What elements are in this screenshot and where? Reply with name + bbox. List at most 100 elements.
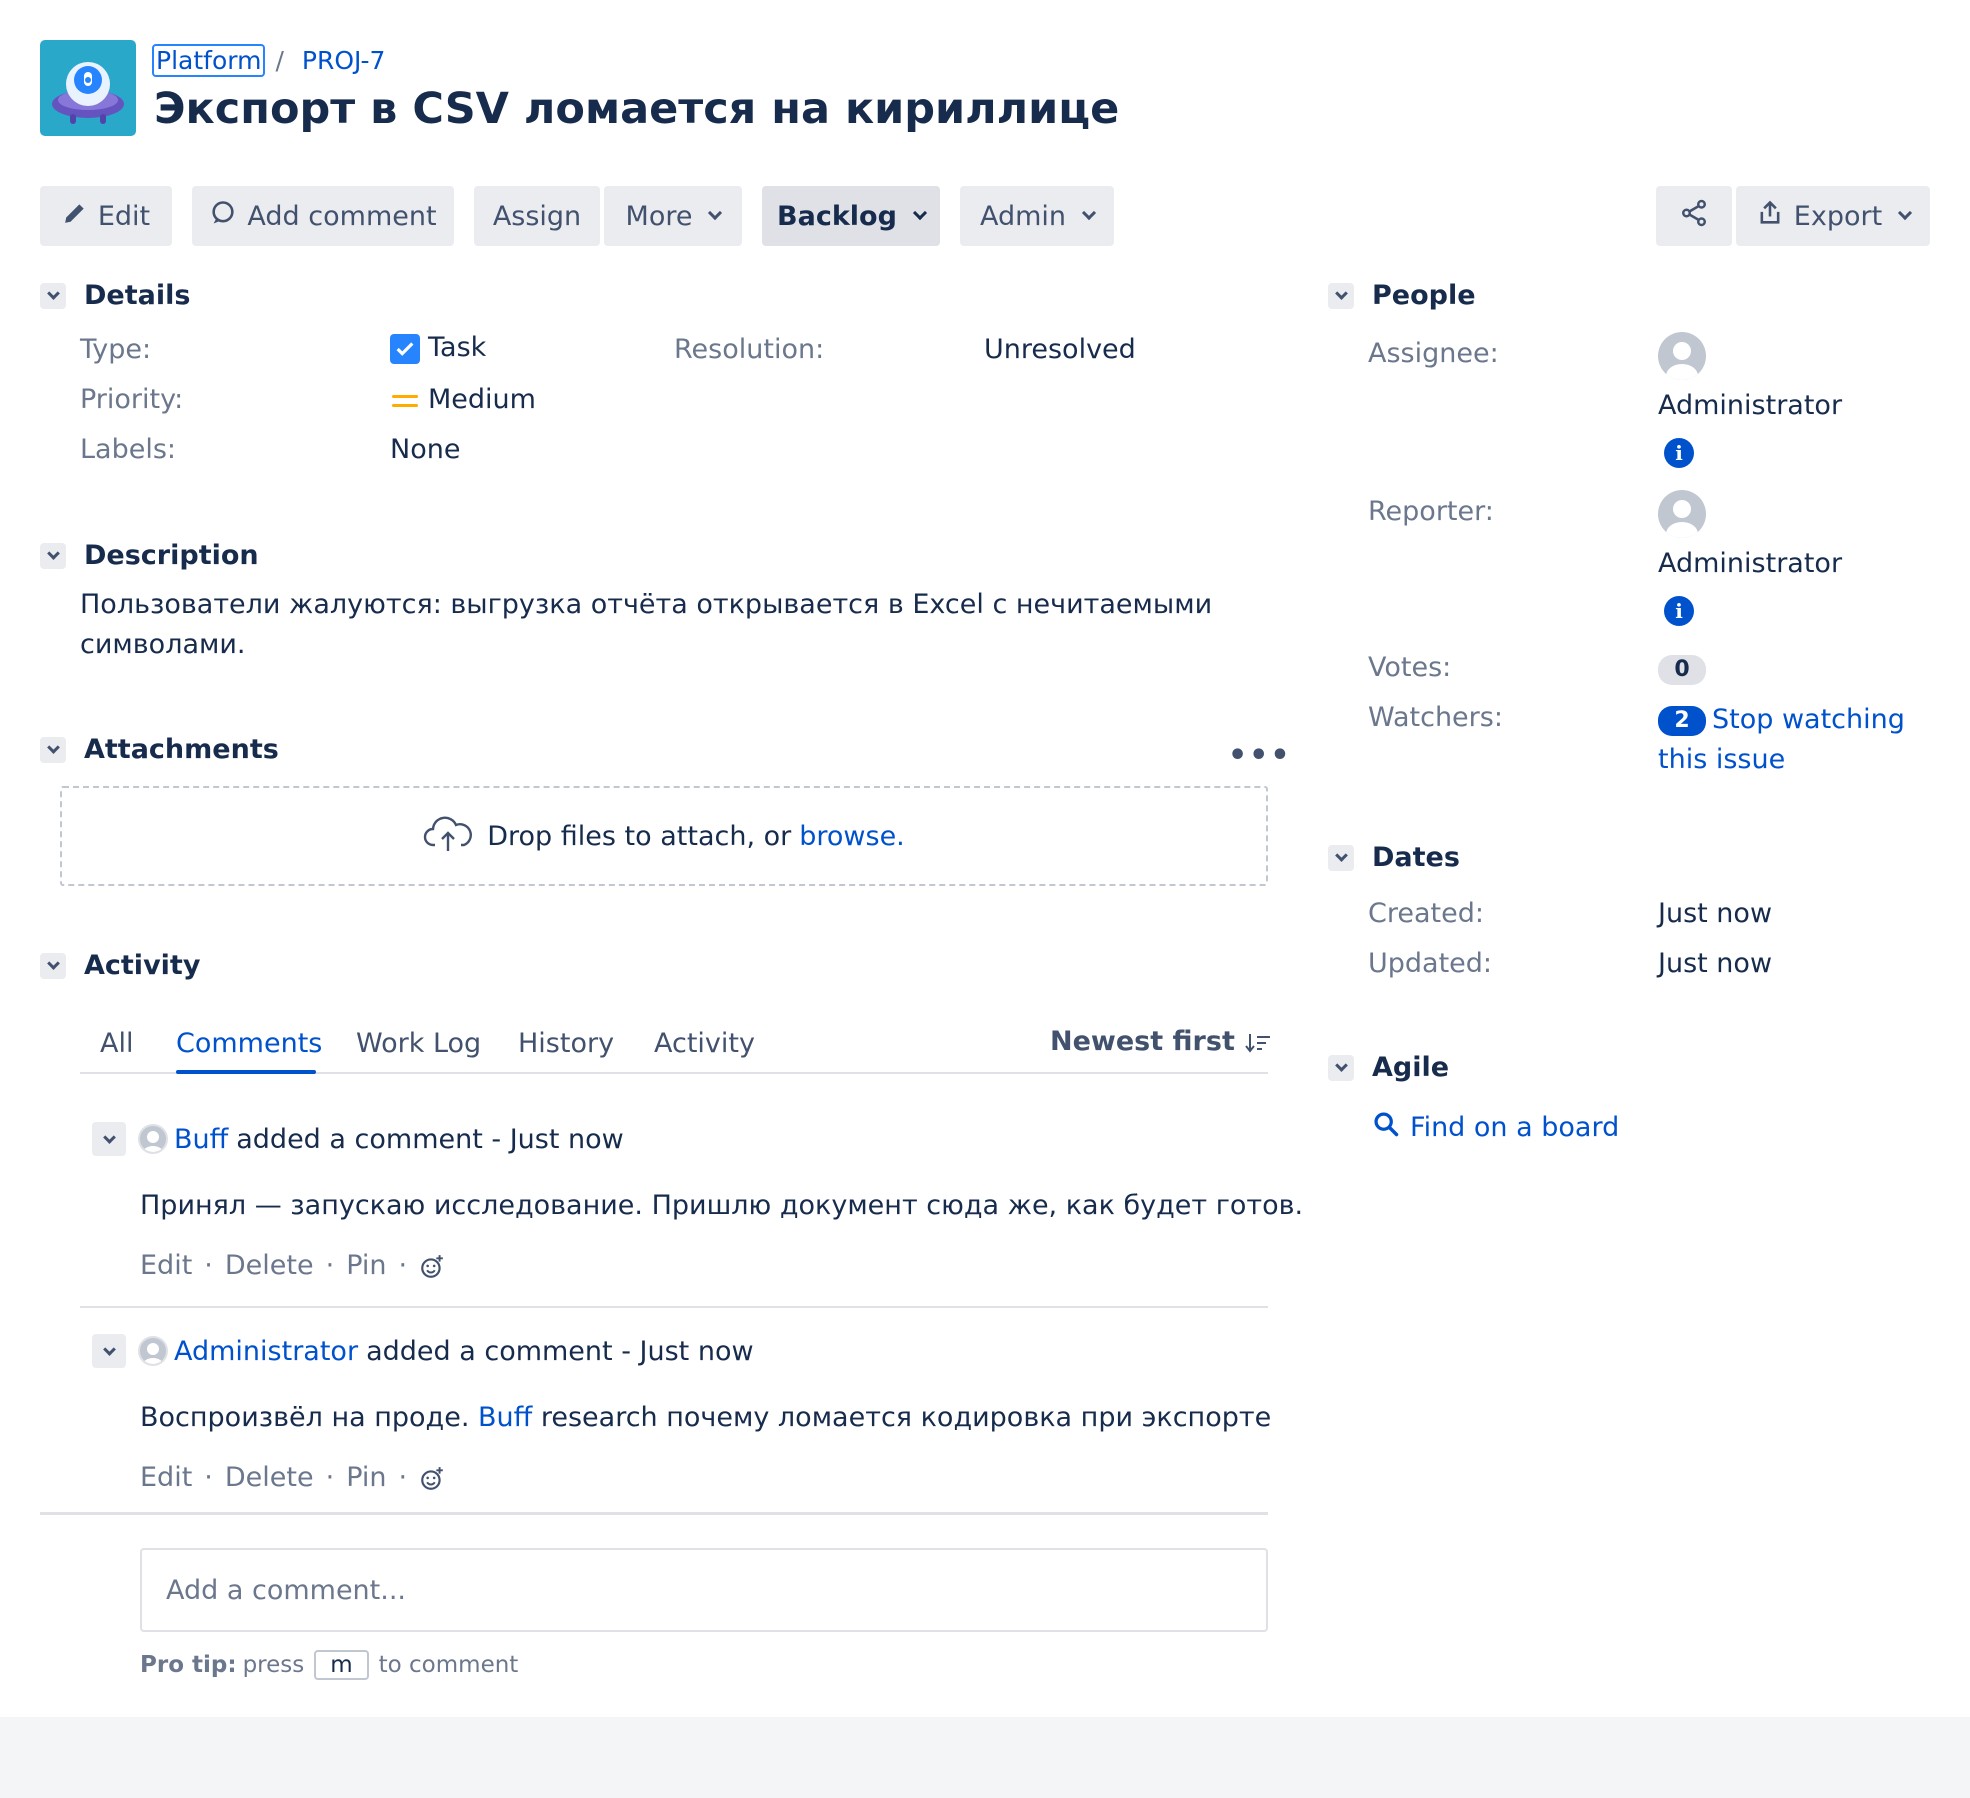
tab-history[interactable]: History xyxy=(518,1028,614,1059)
attachments-section-header[interactable]: Attachments xyxy=(40,734,279,765)
updated-label: Updated: xyxy=(1368,948,1493,979)
assignee-label: Assignee: xyxy=(1368,338,1499,369)
comment-delete-link[interactable]: Delete xyxy=(225,1462,314,1493)
attachments-more-icon[interactable]: ••• xyxy=(1228,738,1292,773)
stop-watching-link[interactable]: Stop watching xyxy=(1712,704,1905,735)
breadcrumb-project-link[interactable]: Platform xyxy=(152,43,266,77)
comment-body-text: research почему ломается кодировка при э… xyxy=(540,1402,1272,1433)
sort-order-button[interactable]: Newest first xyxy=(1050,1026,1272,1057)
dates-section-header[interactable]: Dates xyxy=(1328,842,1460,873)
activity-section-header[interactable]: Activity xyxy=(40,950,200,981)
tab-activity[interactable]: Activity xyxy=(654,1028,755,1059)
user-mention-link[interactable]: Buff xyxy=(478,1402,532,1433)
assignee-avatar[interactable] xyxy=(1658,332,1706,380)
collapse-toggle-icon[interactable] xyxy=(92,1122,126,1156)
priority-value-text: Medium xyxy=(428,384,536,415)
reporter-name[interactable]: Administrator xyxy=(1658,548,1842,579)
priority-value[interactable]: Medium xyxy=(392,384,536,415)
comment-icon xyxy=(209,199,237,234)
more-button[interactable]: More xyxy=(604,186,742,246)
comment-delete-link[interactable]: Delete xyxy=(225,1250,314,1281)
details-section-header[interactable]: Details xyxy=(40,280,190,311)
collapse-toggle-icon[interactable] xyxy=(1328,1054,1354,1081)
add-comment-button-label: Add comment xyxy=(247,200,437,232)
attachment-dropzone[interactable]: Drop files to attach, or browse. xyxy=(60,786,1268,886)
assignee-name[interactable]: Administrator xyxy=(1658,390,1842,421)
page-footer-band xyxy=(0,1717,1970,1798)
activity-heading: Activity xyxy=(84,950,201,981)
add-reaction-icon[interactable] xyxy=(419,1250,445,1281)
reporter-label: Reporter: xyxy=(1368,496,1494,527)
priority-medium-icon xyxy=(392,392,418,410)
tab-all[interactable]: All xyxy=(100,1028,133,1059)
collapse-toggle-icon[interactable] xyxy=(1328,282,1354,309)
status-backlog-button[interactable]: Backlog xyxy=(762,186,940,246)
dropzone-text: Drop files to attach, or xyxy=(487,820,792,852)
comment-edit-link[interactable]: Edit xyxy=(140,1250,192,1281)
assign-button-label: Assign xyxy=(492,200,582,232)
votes-value[interactable]: 0 xyxy=(1658,652,1706,685)
avatar xyxy=(138,1336,168,1366)
admin-button[interactable]: Admin xyxy=(960,186,1114,246)
edit-button[interactable]: Edit xyxy=(40,186,172,246)
comment-pin-link[interactable]: Pin xyxy=(346,1250,386,1281)
browse-link[interactable]: browse. xyxy=(799,821,905,852)
people-section-header[interactable]: People xyxy=(1328,280,1476,311)
collapse-toggle-icon[interactable] xyxy=(40,952,66,979)
share-icon xyxy=(1679,198,1709,235)
tab-work-log[interactable]: Work Log xyxy=(356,1028,481,1059)
collapse-toggle-icon[interactable] xyxy=(40,282,66,309)
comment-edit-link[interactable]: Edit xyxy=(140,1462,192,1493)
comment-actions: Edit · Delete · Pin · xyxy=(140,1250,445,1281)
add-comment-input[interactable]: Add a comment... xyxy=(140,1548,1268,1632)
labels-value[interactable]: None xyxy=(390,434,460,465)
pro-tip-text: press xyxy=(242,1652,305,1678)
share-button[interactable] xyxy=(1656,186,1732,246)
created-label: Created: xyxy=(1368,898,1484,929)
add-comment-button[interactable]: Add comment xyxy=(192,186,454,246)
watchers-value[interactable]: 2 Stop watching this issue xyxy=(1658,700,1905,780)
people-heading: People xyxy=(1372,280,1476,311)
collapse-toggle-icon[interactable] xyxy=(40,542,66,569)
breadcrumb-issue-key-link[interactable]: PROJ-7 xyxy=(302,46,386,75)
collapse-toggle-icon[interactable] xyxy=(1328,844,1354,871)
export-button-label: Export xyxy=(1793,200,1883,232)
description-section-header[interactable]: Description xyxy=(40,540,259,571)
type-value[interactable]: Task xyxy=(390,332,486,364)
details-heading: Details xyxy=(84,280,191,311)
pro-tip-text: to comment xyxy=(378,1652,519,1678)
project-avatar-icon[interactable] xyxy=(40,40,136,136)
comment-body: Воспроизвёл на проде. Buff research поче… xyxy=(140,1402,1271,1433)
tab-comments[interactable]: Comments xyxy=(176,1028,322,1059)
info-icon[interactable]: i xyxy=(1664,438,1694,468)
resolution-value: Unresolved xyxy=(984,334,1136,365)
assign-button[interactable]: Assign xyxy=(474,186,600,246)
add-reaction-icon[interactable] xyxy=(419,1462,445,1493)
comment-pin-link[interactable]: Pin xyxy=(346,1462,386,1493)
comment-header: Administrator added a comment - Just now xyxy=(92,1334,754,1368)
issue-title[interactable]: Экспорт в CSV ломается на кириллице xyxy=(154,84,1119,134)
description-heading: Description xyxy=(84,540,259,571)
dates-heading: Dates xyxy=(1372,842,1460,873)
sort-descending-icon xyxy=(1244,1026,1272,1057)
description-text[interactable]: Пользователи жалуются: выгрузка отчёта о… xyxy=(80,585,1260,665)
comment-author-link[interactable]: Buff xyxy=(174,1124,228,1155)
chevron-down-icon xyxy=(708,205,723,221)
export-button[interactable]: Export xyxy=(1736,186,1930,246)
find-on-board-link[interactable]: Find on a board xyxy=(1372,1110,1619,1145)
collapse-toggle-icon[interactable] xyxy=(40,736,66,763)
task-type-icon xyxy=(390,333,420,364)
comment-author-link[interactable]: Administrator xyxy=(174,1336,358,1367)
cloud-upload-icon xyxy=(423,813,473,860)
collapse-toggle-icon[interactable] xyxy=(92,1334,126,1368)
info-icon[interactable]: i xyxy=(1664,596,1694,626)
reporter-avatar[interactable] xyxy=(1658,490,1706,538)
search-icon xyxy=(1372,1110,1400,1145)
stop-watching-link-cont[interactable]: this issue xyxy=(1658,744,1785,775)
type-label: Type: xyxy=(80,334,152,365)
comment-body: Принял — запускаю исследование. Пришлю д… xyxy=(140,1190,1304,1221)
pro-tip-label: Pro tip: xyxy=(140,1652,237,1678)
sort-order-label: Newest first xyxy=(1050,1026,1235,1057)
labels-label: Labels: xyxy=(80,434,177,465)
agile-section-header[interactable]: Agile xyxy=(1328,1052,1449,1083)
